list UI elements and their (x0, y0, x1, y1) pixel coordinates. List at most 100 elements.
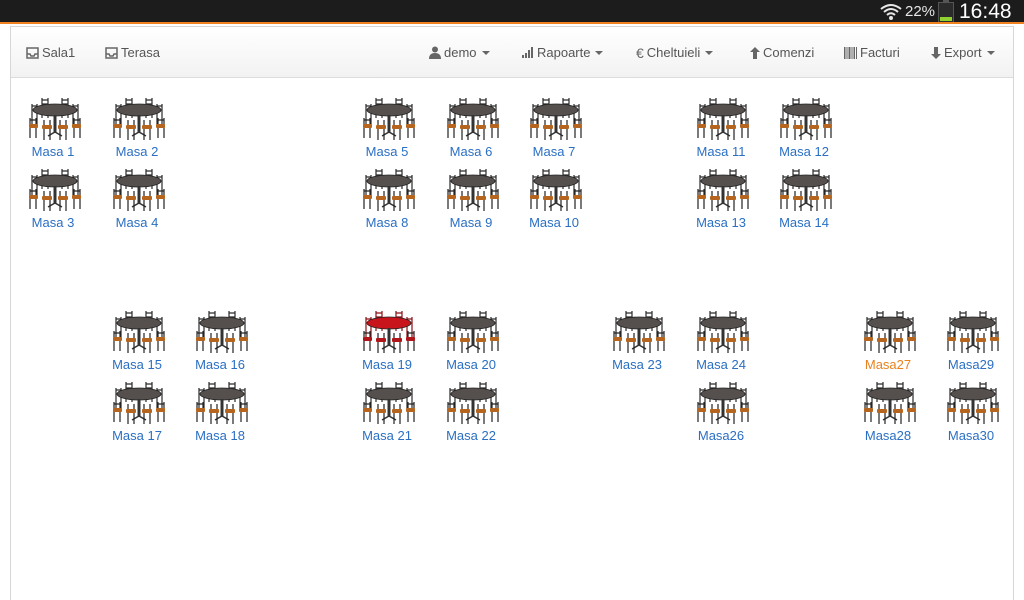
table-masa-11[interactable]: Masa 11 (685, 96, 757, 162)
arrow-down-icon (931, 46, 941, 59)
table-masa-18[interactable]: Masa 18 (184, 380, 256, 446)
table-label: Masa28 (864, 428, 912, 443)
table-label: Masa 10 (529, 215, 579, 230)
table-masa27[interactable]: Masa27 (852, 309, 924, 375)
table-icon (946, 309, 1000, 353)
table-label: Masa 16 (195, 357, 245, 372)
table-icon (696, 167, 750, 211)
table-label: Masa 21 (362, 428, 412, 443)
table-icon (863, 309, 917, 353)
table-icon (946, 380, 1000, 424)
table-masa-22[interactable]: Masa 22 (435, 380, 507, 446)
table-masa-6[interactable]: Masa 6 (435, 96, 507, 162)
table-masa-12[interactable]: Masa 12 (768, 96, 840, 162)
nav-comenzi[interactable]: Comenzi (750, 27, 814, 78)
table-masa-15[interactable]: Masa 15 (101, 309, 173, 375)
table-label: Masa 23 (612, 357, 662, 372)
table-masa-5[interactable]: Masa 5 (351, 96, 423, 162)
table-label: Masa 24 (696, 357, 746, 372)
nav-user-label: demo (444, 45, 477, 60)
table-label: Masa 7 (532, 144, 576, 159)
table-masa-9[interactable]: Masa 9 (435, 167, 507, 233)
table-masa-10[interactable]: Masa 10 (518, 167, 590, 233)
table-masa29[interactable]: Masa29 (935, 309, 1007, 375)
table-masa-7[interactable]: Masa 7 (518, 96, 590, 162)
table-label: Masa30 (947, 428, 995, 443)
inbox-icon (105, 46, 118, 59)
nav-cheltuieli-label: Cheltuieli (646, 45, 701, 60)
table-icon (28, 96, 82, 140)
chevron-down-icon (705, 50, 714, 55)
table-masa-4[interactable]: Masa 4 (101, 167, 173, 233)
nav-rapoarte-dropdown[interactable]: Rapoarte (522, 27, 604, 78)
table-label: Masa 6 (449, 144, 493, 159)
table-icon (362, 96, 416, 140)
table-masa-19[interactable]: Masa 19 (351, 309, 423, 375)
table-icon (696, 380, 750, 424)
barcode-icon (844, 46, 857, 59)
chevron-down-icon (481, 50, 490, 55)
table-label: Masa 9 (449, 215, 493, 230)
table-label: Masa 17 (112, 428, 162, 443)
table-label: Masa 5 (365, 144, 409, 159)
table-label: Masa 19 (362, 357, 412, 372)
table-icon (112, 309, 166, 353)
table-label: Masa27 (864, 357, 912, 372)
table-icon (446, 309, 500, 353)
table-label: Masa26 (697, 428, 745, 443)
nav-cheltuieli-dropdown[interactable]: € Cheltuieli (636, 27, 714, 78)
table-icon (529, 96, 583, 140)
table-masa-3[interactable]: Masa 3 (17, 167, 89, 233)
table-icon (446, 380, 500, 424)
table-masa-1[interactable]: Masa 1 (17, 96, 89, 162)
table-masa-8[interactable]: Masa 8 (351, 167, 423, 233)
inbox-icon (26, 46, 39, 59)
status-bar: 22% 16:48 (0, 0, 1024, 24)
table-masa26[interactable]: Masa26 (685, 380, 757, 446)
nav-sala1-label: Sala1 (42, 45, 76, 60)
table-masa-20[interactable]: Masa 20 (435, 309, 507, 375)
table-masa-24[interactable]: Masa 24 (685, 309, 757, 375)
nav-sala1[interactable]: Sala1 (26, 27, 75, 78)
table-label: Masa 8 (365, 215, 409, 230)
table-icon (112, 167, 166, 211)
battery-icon (938, 0, 954, 23)
table-icon (612, 309, 666, 353)
nav-export-label: Export (944, 45, 982, 60)
table-masa-23[interactable]: Masa 23 (601, 309, 673, 375)
clock: 16:48 (959, 0, 1012, 23)
nav-facturi[interactable]: Facturi (844, 27, 900, 78)
table-icon (529, 167, 583, 211)
table-masa-21[interactable]: Masa 21 (351, 380, 423, 446)
table-masa30[interactable]: Masa30 (935, 380, 1007, 446)
table-masa-16[interactable]: Masa 16 (184, 309, 256, 375)
table-label: Masa29 (947, 357, 995, 372)
table-label: Masa 3 (31, 215, 75, 230)
table-masa-13[interactable]: Masa 13 (685, 167, 757, 233)
chevron-down-icon (986, 50, 995, 55)
table-masa-17[interactable]: Masa 17 (101, 380, 173, 446)
table-label: Masa 1 (31, 144, 75, 159)
table-label: Masa 2 (115, 144, 159, 159)
table-label: Masa 14 (779, 215, 829, 230)
table-label: Masa 4 (115, 215, 159, 230)
table-icon (195, 309, 249, 353)
nav-user-dropdown[interactable]: demo (429, 27, 490, 78)
accent-line (0, 22, 1024, 24)
nav-facturi-label: Facturi (860, 45, 900, 60)
battery-percent: 22% (905, 3, 936, 20)
table-icon (696, 309, 750, 353)
nav-terasa[interactable]: Terasa (105, 27, 160, 78)
table-icon (362, 309, 416, 353)
table-label: Masa 15 (112, 357, 162, 372)
nav-export-dropdown[interactable]: Export (931, 27, 995, 78)
table-label: Masa 13 (696, 215, 746, 230)
nav-rapoarte-label: Rapoarte (537, 45, 591, 60)
table-icon (112, 96, 166, 140)
table-masa-14[interactable]: Masa 14 (768, 167, 840, 233)
nav-comenzi-label: Comenzi (763, 45, 815, 60)
table-masa28[interactable]: Masa28 (852, 380, 924, 446)
table-icon (28, 167, 82, 211)
table-icon (446, 167, 500, 211)
table-masa-2[interactable]: Masa 2 (101, 96, 173, 162)
